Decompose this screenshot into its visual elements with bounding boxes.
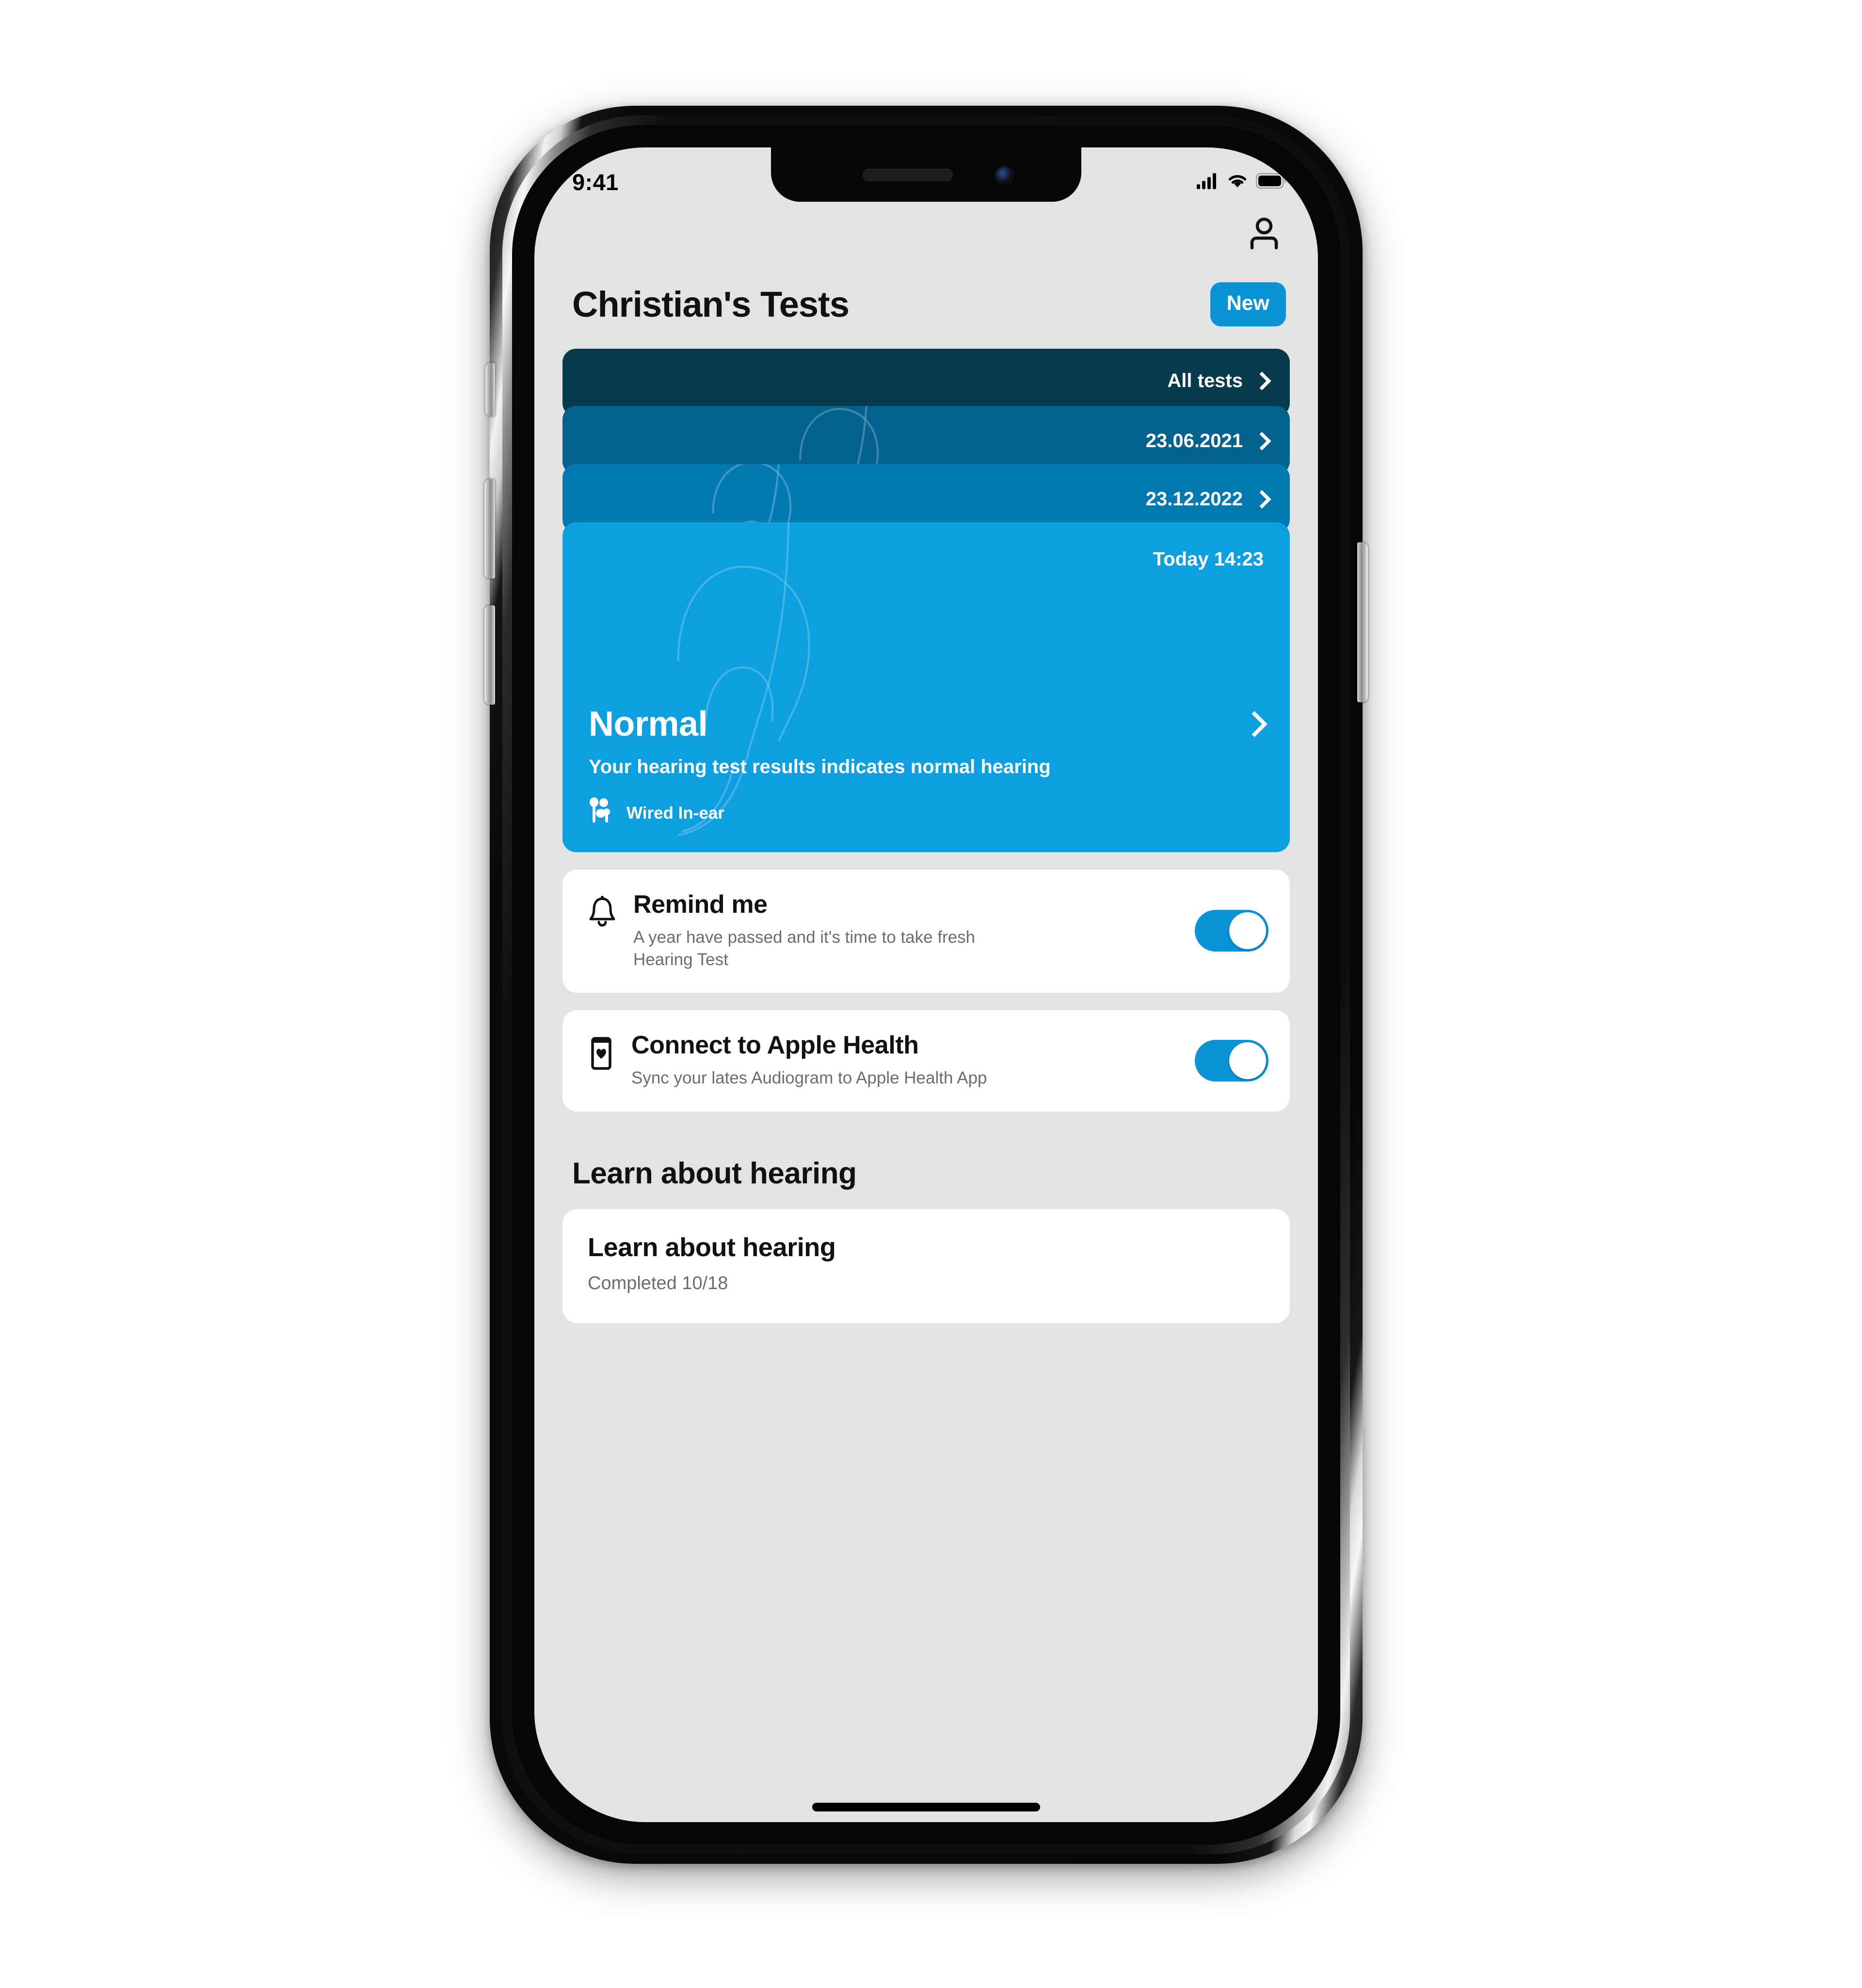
home-indicator[interactable] xyxy=(812,1803,1040,1811)
all-tests-row[interactable]: All tests xyxy=(1167,370,1271,392)
page-header: Christian's Tests New xyxy=(534,266,1318,326)
app-content: Christian's Tests New All tests 23.06.20… xyxy=(534,202,1318,1822)
latest-test-card[interactable]: Today 14:23 Normal Your hearing test res… xyxy=(562,522,1290,852)
test-card-2022-date: 23.12.2022 xyxy=(1145,488,1243,510)
remind-me-title: Remind me xyxy=(633,890,768,919)
toggle-knob xyxy=(1229,912,1266,950)
app-topbar xyxy=(534,202,1318,266)
new-test-button[interactable]: New xyxy=(1210,282,1286,326)
front-camera-icon xyxy=(996,167,1012,183)
earpiece-speaker xyxy=(863,169,953,181)
apple-health-subtitle: Sync your lates Audiogram to Apple Healt… xyxy=(631,1068,987,1088)
earbuds-icon xyxy=(589,797,614,829)
chevron-right-icon[interactable] xyxy=(1241,711,1268,737)
person-icon[interactable] xyxy=(1245,214,1283,254)
chevron-right-icon xyxy=(1252,372,1271,390)
apple-health-toggle[interactable] xyxy=(1195,1039,1268,1082)
apple-health-card[interactable]: Connect to Apple Health Sync your lates … xyxy=(562,1010,1290,1112)
phone-device: 9:41 Christian's Tests New All tests 23.… xyxy=(484,106,1368,1864)
learn-card-title: Learn about hearing xyxy=(588,1232,836,1262)
status-bar-clock: 9:41 xyxy=(572,169,619,195)
chevron-right-icon xyxy=(1252,490,1271,509)
volume-up-button[interactable] xyxy=(484,605,495,705)
page-title: Christian's Tests xyxy=(572,284,850,324)
remind-me-card[interactable]: Remind me A year have passed and it's ti… xyxy=(562,870,1290,993)
wifi-icon xyxy=(1227,173,1248,192)
phone-heart-icon xyxy=(588,1032,615,1073)
learn-about-hearing-card[interactable]: Learn about hearing Completed 10/18 xyxy=(562,1209,1290,1323)
power-button[interactable] xyxy=(1357,542,1368,702)
volume-down-button[interactable] xyxy=(484,479,495,579)
result-device-label: Wired In-ear xyxy=(626,803,724,823)
result-status-title: Normal xyxy=(589,704,708,743)
learn-section-heading: Learn about hearing xyxy=(572,1156,857,1190)
chevron-right-icon xyxy=(1252,432,1271,451)
phone-screen: 9:41 Christian's Tests New All tests 23.… xyxy=(534,147,1318,1822)
latest-test-timestamp-row: Today 14:23 xyxy=(1153,549,1264,570)
cellular-signal-icon xyxy=(1197,173,1219,192)
result-description: Your hearing test results indicates norm… xyxy=(589,756,1051,777)
battery-full-icon xyxy=(1255,173,1287,191)
test-card-2022-row[interactable]: 23.12.2022 xyxy=(1145,488,1271,510)
apple-health-title: Connect to Apple Health xyxy=(631,1031,919,1060)
remind-me-toggle[interactable] xyxy=(1195,910,1268,952)
latest-test-timestamp: Today 14:23 xyxy=(1153,549,1264,570)
display-notch xyxy=(771,147,1081,202)
bell-icon xyxy=(588,891,617,930)
remind-me-subtitle: A year have passed and it's time to take… xyxy=(633,928,976,969)
mute-switch-button[interactable] xyxy=(485,363,495,416)
result-device-row: Wired In-ear xyxy=(589,797,1264,829)
test-card-2021-date: 23.06.2021 xyxy=(1145,430,1243,452)
learn-card-progress: Completed 10/18 xyxy=(588,1273,728,1293)
test-history-stack: All tests 23.06.2021 23.12.2022 Today 14… xyxy=(562,349,1290,852)
latest-test-body: Normal Your hearing test results indicat… xyxy=(589,704,1268,829)
toggle-knob xyxy=(1229,1042,1266,1079)
test-card-2021-row[interactable]: 23.06.2021 xyxy=(1145,430,1271,452)
all-tests-label: All tests xyxy=(1167,370,1243,391)
